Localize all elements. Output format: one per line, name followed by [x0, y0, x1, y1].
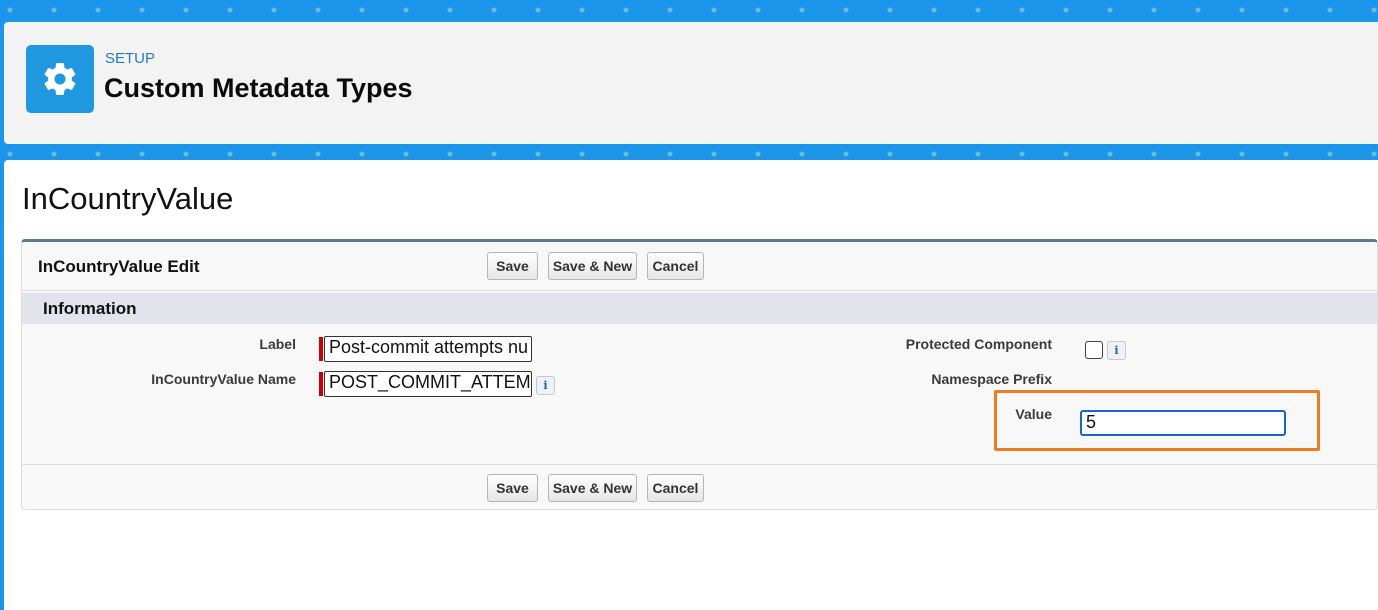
- cancel-button[interactable]: Cancel: [647, 474, 704, 502]
- namespace-prefix-label: Namespace Prefix: [931, 371, 1052, 387]
- save-and-new-button[interactable]: Save & New: [548, 252, 637, 280]
- save-button[interactable]: Save: [487, 252, 538, 280]
- label-field-label: Label: [259, 336, 296, 352]
- setup-header: SETUP Custom Metadata Types: [4, 22, 1378, 144]
- main-content: InCountryValue InCountryValue Edit Save …: [4, 160, 1378, 610]
- section-header: Information: [22, 293, 1377, 324]
- required-indicator: [319, 372, 323, 396]
- panel-title: InCountryValue Edit: [38, 257, 200, 276]
- name-input[interactable]: POST_COMMIT_ATTEM: [324, 371, 532, 397]
- edit-panel: InCountryValue Edit Save Save & New Canc…: [21, 239, 1378, 510]
- info-icon[interactable]: i: [1107, 341, 1126, 360]
- section-title: Information: [43, 299, 137, 318]
- divider: [22, 464, 1377, 465]
- required-indicator: [319, 337, 323, 361]
- name-field-label: InCountryValue Name: [151, 371, 296, 387]
- protected-component-checkbox[interactable]: [1085, 341, 1103, 359]
- page-title: InCountryValue: [22, 181, 234, 216]
- save-button[interactable]: Save: [487, 474, 538, 502]
- breadcrumb[interactable]: SETUP: [105, 50, 155, 67]
- info-icon[interactable]: i: [536, 376, 555, 395]
- save-and-new-button[interactable]: Save & New: [548, 474, 637, 502]
- annotation-highlight-box: [994, 390, 1320, 451]
- gear-icon: [26, 45, 94, 113]
- page-header-title: Custom Metadata Types: [104, 73, 413, 103]
- divider: [22, 290, 1377, 291]
- label-input[interactable]: Post-commit attempts nu: [324, 336, 532, 362]
- cancel-button[interactable]: Cancel: [647, 252, 704, 280]
- protected-component-label: Protected Component: [905, 336, 1052, 352]
